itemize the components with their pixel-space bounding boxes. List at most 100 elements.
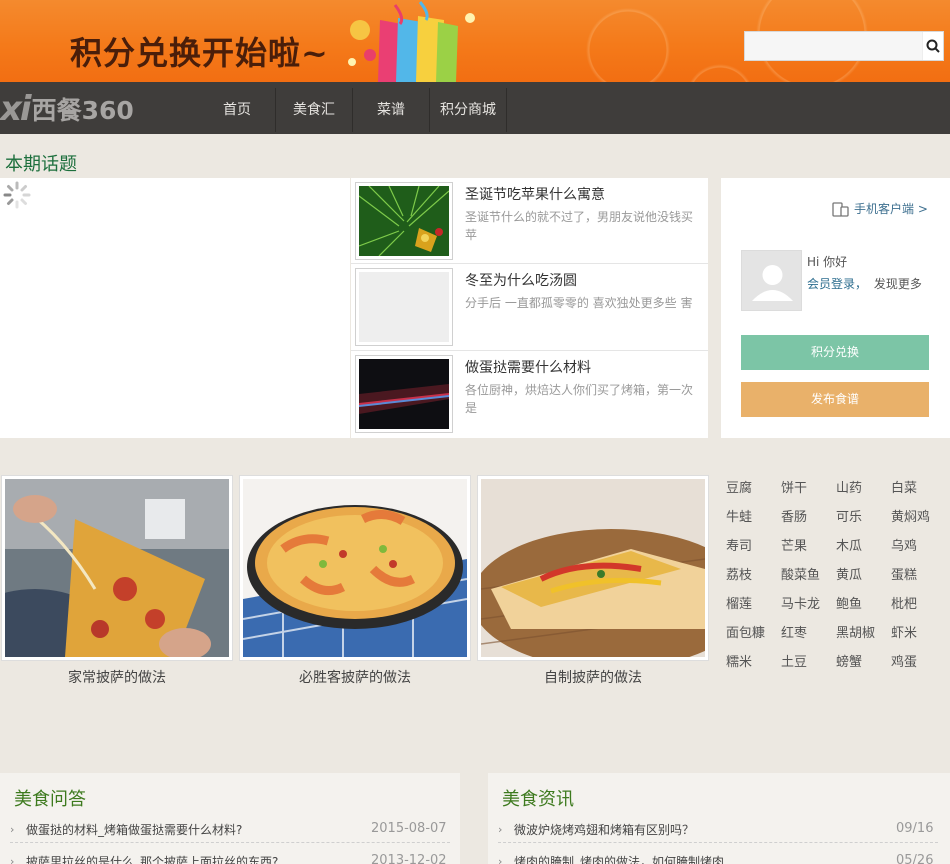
topic-item[interactable]: 做蛋挞需要什么材料 各位厨神，烘焙达人你们买了烤箱，第一次是 <box>351 351 708 438</box>
food-tag[interactable]: 荔枝 <box>726 564 752 583</box>
food-news-panel: 美食资讯 › 微波炉烧烤鸡翅和烤箱有区别吗？ 09/16 › 烤肉的腌制_烤肉的… <box>488 773 950 864</box>
recipe-card[interactable] <box>239 475 471 661</box>
topic-thumbnail[interactable] <box>355 182 453 260</box>
food-tag[interactable]: 木瓜 <box>836 535 862 554</box>
food-tag[interactable]: 榴莲 <box>726 593 752 612</box>
food-tag[interactable]: 黑胡椒 <box>836 622 875 641</box>
news-row[interactable]: › 微波炉烧烤鸡翅和烤箱有区别吗？ 09/16 <box>498 817 938 843</box>
loading-spinner-icon <box>3 181 31 209</box>
promo-banner[interactable]: 积分兑换开始啦~ <box>0 0 950 82</box>
points-exchange-button[interactable]: 积分兑换 <box>741 335 929 370</box>
recipe-card[interactable] <box>471 475 751 669</box>
search-box <box>744 31 944 61</box>
chevron-right-icon: › <box>498 823 503 836</box>
food-tag[interactable]: 蛋糕 <box>891 564 917 583</box>
gift-bags-illustration <box>348 1 475 82</box>
news-date: 09/16 <box>896 821 934 836</box>
recipe-caption[interactable]: 自制披萨的做法 <box>477 667 709 687</box>
banner-title: 积分兑换开始啦~ <box>70 34 329 72</box>
member-login-link[interactable]: 会员登录， <box>807 277 867 291</box>
discover-more-link[interactable]: 发现更多 <box>874 277 922 291</box>
nav-item-home[interactable]: 首页 <box>199 88 276 132</box>
logo-prefix: xi <box>0 89 32 129</box>
food-tag[interactable]: 红枣 <box>781 622 807 641</box>
qa-title[interactable]: 做蛋挞的材料_烤箱做蛋挞需要什么材料? <box>26 821 242 838</box>
food-tag[interactable]: 鸡蛋 <box>891 651 917 670</box>
food-tag[interactable]: 土豆 <box>781 651 807 670</box>
chevron-right-icon: › <box>10 823 15 836</box>
topic-image-placeholder <box>359 272 449 342</box>
homemade-pizza-slice-image <box>471 479 751 669</box>
food-tag[interactable]: 面包糠 <box>726 622 765 641</box>
food-tag[interactable]: 豆腐 <box>726 477 752 496</box>
food-tag[interactable]: 寿司 <box>726 535 752 554</box>
qa-date: 2015-08-07 <box>371 821 447 836</box>
chevron-right-icon: › <box>498 855 503 864</box>
recipe-card[interactable] <box>0 475 233 669</box>
login-line: 会员登录， 发现更多 <box>807 275 922 292</box>
food-tag[interactable]: 黄焖鸡 <box>891 506 930 525</box>
news-title[interactable]: 微波炉烧烤鸡翅和烤箱有区别吗？ <box>514 821 694 838</box>
food-tag[interactable]: 可乐 <box>836 506 862 525</box>
qa-date: 2013-12-02 <box>371 853 447 864</box>
food-qa-panel: 美食问答 › 做蛋挞的材料_烤箱做蛋挞需要什么材料? 2015-08-07 › … <box>0 773 460 864</box>
food-tag[interactable]: 酸菜鱼 <box>781 564 820 583</box>
food-tag[interactable]: 香肠 <box>781 506 807 525</box>
member-panel: 手机客户端 > Hi 你好 会员登录， 发现更多 积分兑换 发布食谱 <box>721 178 950 438</box>
topic-description: 分手后 一直都孤零零的 喜欢独处更多些 害 <box>465 296 693 310</box>
food-tag[interactable]: 糯米 <box>726 651 752 670</box>
site-logo[interactable]: xi 西餐360 <box>0 89 134 129</box>
topic-list: 圣诞节吃苹果什么寓意 圣诞节什么的就不过了，男朋友说他没钱买苹 冬至为什么吃汤圆… <box>351 178 708 438</box>
avatar[interactable] <box>741 250 802 311</box>
topic-thumbnail[interactable] <box>355 268 453 346</box>
pizza-hut-style-pizza-image <box>242 479 468 657</box>
chevron-right-icon: › <box>10 855 15 864</box>
recipe-caption[interactable]: 必胜客披萨的做法 <box>239 667 471 687</box>
food-tag[interactable]: 黄瓜 <box>836 564 862 583</box>
nav-item-recipes[interactable]: 菜谱 <box>353 88 430 132</box>
christmas-pine-image <box>358 185 450 257</box>
topic-thumbnail[interactable] <box>355 355 453 433</box>
greeting: Hi 你好 <box>807 255 848 269</box>
dark-oven-image <box>359 359 449 429</box>
food-tag[interactable]: 马卡龙 <box>781 593 820 612</box>
food-tag[interactable]: 螃蟹 <box>836 651 862 670</box>
mobile-client-link[interactable]: 手机客户端 > <box>832 200 928 217</box>
qa-row[interactable]: › 披萨里拉丝的是什么_那个披萨上面拉丝的东西? 2013-12-02 <box>10 849 450 864</box>
news-heading: 美食资讯 <box>502 789 574 810</box>
food-tag[interactable]: 虾米 <box>891 622 917 641</box>
food-tag[interactable]: 白菜 <box>891 477 917 496</box>
news-row[interactable]: › 烤肉的腌制_烤肉的做法，如何腌制烤肉 05/26 <box>498 849 938 864</box>
qa-row[interactable]: › 做蛋挞的材料_烤箱做蛋挞需要什么材料? 2015-08-07 <box>10 817 450 843</box>
food-tag[interactable]: 芒果 <box>781 535 807 554</box>
nav-item-points-mall[interactable]: 积分商城 <box>430 88 507 132</box>
topic-description: 各位厨神，烘焙达人你们买了烤箱，第一次是 <box>465 383 694 415</box>
user-silhouette-icon <box>752 265 793 301</box>
main-nav: xi 西餐360 首页 美食汇 菜谱 积分商城 <box>0 82 950 134</box>
food-tag[interactable]: 鲍鱼 <box>836 593 862 612</box>
topic-title[interactable]: 圣诞节吃苹果什么寓意 <box>465 184 605 204</box>
publish-recipe-button[interactable]: 发布食谱 <box>741 382 929 417</box>
news-title[interactable]: 烤肉的腌制_烤肉的做法，如何腌制烤肉 <box>514 853 724 864</box>
food-tag[interactable]: 牛蛙 <box>726 506 752 525</box>
mobile-device-icon <box>832 201 849 217</box>
food-tag[interactable]: 枇杷 <box>891 593 917 612</box>
topic-item[interactable]: 冬至为什么吃汤圆 分手后 一直都孤零零的 喜欢独处更多些 害 <box>351 264 708 351</box>
topic-description: 圣诞节什么的就不过了，男朋友说他没钱买苹 <box>465 210 694 242</box>
logo-name: 西餐360 <box>31 96 134 125</box>
nav-item-food-hub[interactable]: 美食汇 <box>276 88 353 132</box>
search-icon <box>926 39 940 53</box>
topic-item[interactable]: 圣诞节吃苹果什么寓意 圣诞节什么的就不过了，男朋友说他没钱买苹 <box>351 178 708 264</box>
qa-title[interactable]: 披萨里拉丝的是什么_那个披萨上面拉丝的东西? <box>26 853 278 864</box>
food-tag[interactable]: 乌鸡 <box>891 535 917 554</box>
homemade-pizza-image <box>0 479 229 669</box>
food-tag[interactable]: 饼干 <box>781 477 807 496</box>
topic-title[interactable]: 做蛋挞需要什么材料 <box>465 357 591 377</box>
food-tag[interactable]: 山药 <box>836 477 862 496</box>
topic-title[interactable]: 冬至为什么吃汤圆 <box>465 270 577 290</box>
recipe-caption[interactable]: 家常披萨的做法 <box>1 667 233 687</box>
topics-heading: 本期话题 <box>5 154 77 175</box>
search-input[interactable] <box>745 32 922 60</box>
mobile-client-label: 手机客户端 > <box>854 202 928 216</box>
search-button[interactable] <box>922 32 943 60</box>
